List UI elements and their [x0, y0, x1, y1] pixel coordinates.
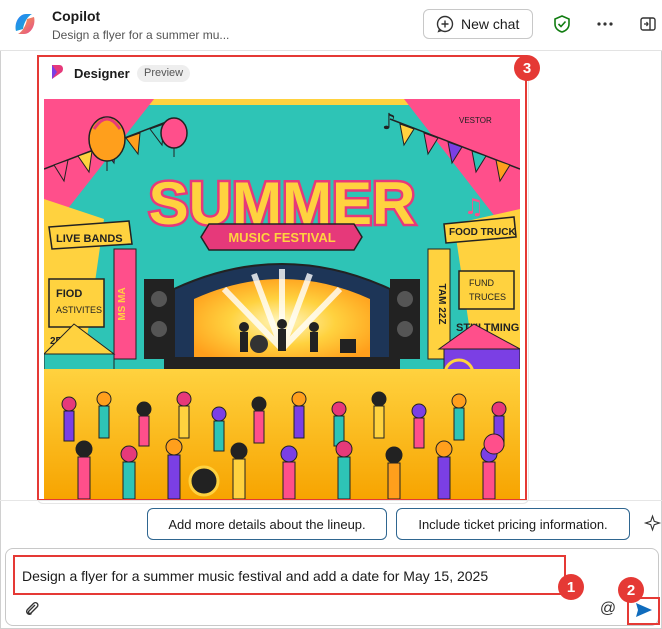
designer-logo-icon	[52, 65, 63, 79]
side-panel-icon[interactable]	[637, 13, 659, 35]
mention-icon[interactable]: @	[598, 599, 618, 619]
flyer-sign-right-1: FOOD TRUCK	[449, 227, 516, 238]
designer-label: Designer	[74, 66, 130, 81]
annotation-badge-1: 1	[558, 574, 584, 600]
attach-icon[interactable]	[22, 599, 42, 619]
flyer-illustration: ♪ ♫ ♪ ♫ VESTOR SUMMER MUSIC FESTIVAL	[44, 99, 520, 499]
app-title: Copilot	[52, 8, 101, 24]
preview-badge: Preview	[137, 65, 191, 82]
flyer-corner-text: VESTOR	[459, 116, 492, 125]
chat-subtitle: Design a flyer for a summer mu...	[52, 28, 230, 42]
flyer-sign-right-2: FUND	[469, 278, 494, 288]
divider	[0, 500, 662, 501]
flyer-pillar-right: TAM 22Z	[436, 284, 447, 325]
svg-text:♪: ♪	[382, 110, 396, 135]
sparkle-icon[interactable]	[643, 512, 662, 534]
flyer-sign-right-3: TRUCES	[469, 292, 506, 302]
new-chat-button[interactable]: New chat	[423, 9, 533, 39]
message-input[interactable]: Design a flyer for a summer music festiv…	[22, 568, 488, 584]
flyer-pillar-left: MS MA	[117, 287, 128, 320]
new-chat-label: New chat	[461, 16, 520, 32]
flyer-sign-left-1: LIVE BANDS	[56, 233, 123, 245]
suggestion-chip-ticket-pricing[interactable]: Include ticket pricing information.	[396, 508, 630, 540]
svg-text:♫: ♫	[464, 195, 484, 220]
flyer-sign-left-3: ASTIVITES	[56, 305, 102, 315]
shield-check-icon[interactable]	[551, 13, 573, 35]
send-icon	[636, 603, 652, 617]
new-chat-icon	[436, 15, 454, 33]
flyer-title-banner: MUSIC FESTIVAL	[228, 230, 335, 245]
generated-flyer-image[interactable]: ♪ ♫ ♪ ♫ VESTOR SUMMER MUSIC FESTIVAL	[44, 99, 520, 499]
suggestion-chip-lineup[interactable]: Add more details about the lineup.	[147, 508, 387, 540]
copilot-logo-icon	[15, 14, 35, 34]
annotation-badge-3: 3	[514, 55, 540, 81]
more-options-icon[interactable]	[594, 13, 616, 35]
header: Copilot Design a flyer for a summer mu..…	[0, 0, 662, 51]
annotation-badge-2: 2	[618, 577, 644, 603]
flyer-sign-left-2: FIOD	[56, 288, 82, 300]
